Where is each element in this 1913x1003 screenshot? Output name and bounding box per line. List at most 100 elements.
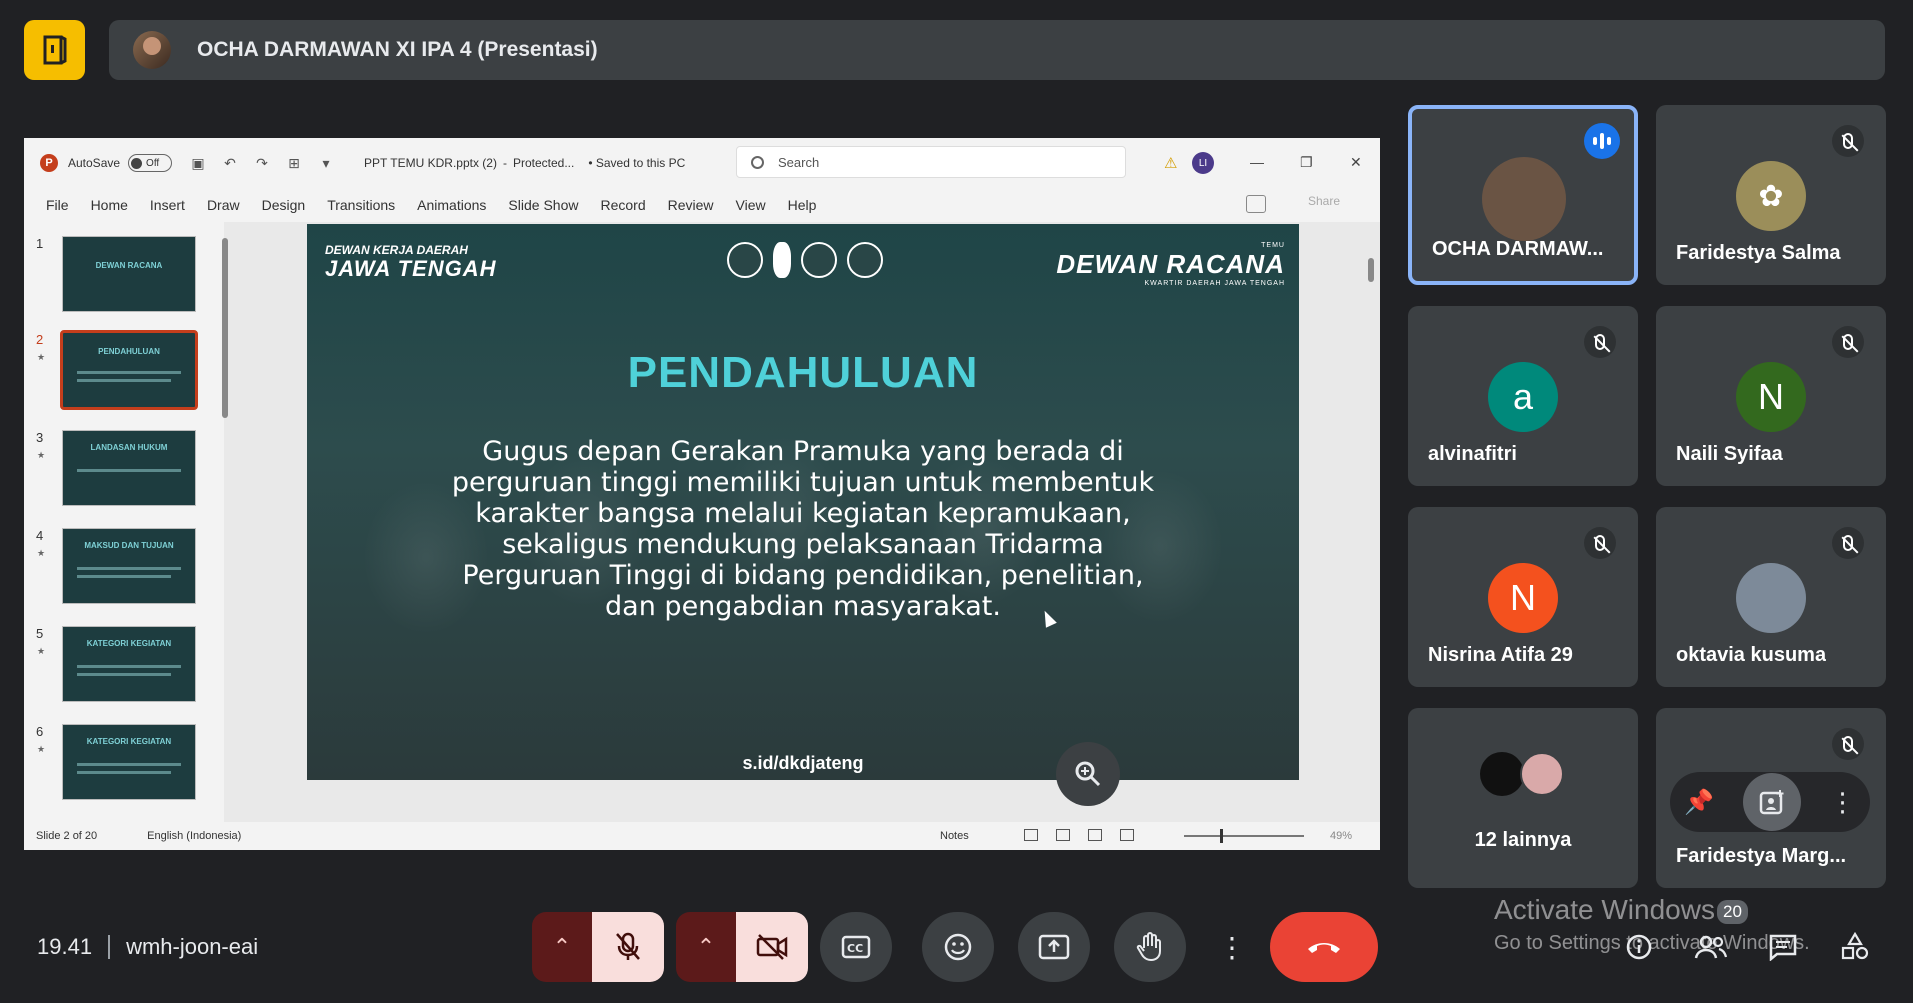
camera-off-icon: [756, 934, 788, 960]
slide-org-left: DEWAN KERJA DAERAH JAWA TENGAH: [325, 243, 497, 282]
meeting-code[interactable]: wmh-joon-eai: [126, 934, 258, 960]
presenter-bar[interactable]: OCHA DARMAWAN XI IPA 4 (Presentasi): [109, 20, 1885, 80]
zoom-in-icon: [1075, 761, 1101, 787]
present-icon: [1038, 934, 1070, 960]
view-buttons: [1024, 829, 1134, 841]
shared-screen-powerpoint: P AutoSave Off ▣ ↶ ↷ ⊞ ▾ PPT TEMU KDR.pp…: [24, 138, 1380, 850]
thumb-number: 6: [36, 724, 44, 739]
door-icon: [43, 35, 66, 65]
mic-toggle-button[interactable]: [592, 912, 664, 982]
slide-thumb-4[interactable]: MAKSUD DAN TUJUAN: [62, 528, 196, 604]
slide-body-text: Gugus depan Gerakan Pramuka yang berada …: [451, 436, 1155, 622]
slide-thumb-3[interactable]: LANDASAN HUKUM: [62, 430, 196, 506]
participant-name: alvinafitri: [1428, 443, 1517, 465]
add-to-frame-button[interactable]: [1742, 773, 1801, 831]
menu-design[interactable]: Design: [262, 197, 306, 213]
user-avatar[interactable]: LI: [1192, 152, 1214, 174]
star-icon: ★: [37, 646, 46, 656]
camera-toggle-button[interactable]: [736, 912, 808, 982]
sorter-view-icon[interactable]: [1056, 829, 1070, 841]
participant-tile[interactable]: ✿ Faridestya Salma: [1656, 105, 1886, 285]
participant-tile[interactable]: oktavia kusuma: [1656, 507, 1886, 687]
menu-animations[interactable]: Animations: [417, 197, 486, 213]
participant-tile-others[interactable]: 12 lainnya: [1408, 708, 1638, 888]
participant-tile[interactable]: 📌 ⋮ Faridestya Marg...: [1656, 708, 1886, 888]
others-count: 12 lainnya: [1474, 829, 1572, 851]
captions-button[interactable]: CC: [820, 912, 892, 982]
menu-record[interactable]: Record: [600, 197, 645, 213]
comments-icon[interactable]: [1246, 195, 1266, 213]
people-button[interactable]: [1694, 930, 1728, 964]
activities-button[interactable]: [1838, 930, 1872, 964]
slide-scrollbar[interactable]: [1366, 222, 1376, 782]
thumbs-scrollbar[interactable]: [222, 238, 228, 418]
meet-room-logo[interactable]: [24, 20, 85, 80]
tile-hover-actions: 📌 ⋮: [1670, 772, 1870, 832]
thumb-number: 2: [36, 332, 44, 347]
notes-button[interactable]: Notes: [940, 830, 969, 842]
participant-tile[interactable]: OCHA DARMAW...: [1408, 105, 1638, 285]
normal-view-icon[interactable]: [1024, 829, 1038, 841]
autosave-toggle[interactable]: Off: [128, 154, 173, 172]
menu-transitions[interactable]: Transitions: [327, 197, 395, 213]
warning-icon[interactable]: ⚠: [1164, 154, 1177, 172]
menu-review[interactable]: Review: [668, 197, 714, 213]
meeting-details-button[interactable]: [1622, 930, 1656, 964]
slide-thumbnails: 1 DEWAN RACANA 2 ★ PENDAHULUAN 3 ★ LANDA…: [24, 222, 228, 822]
zoom-slider[interactable]: [1184, 829, 1304, 843]
menu-help[interactable]: Help: [788, 197, 817, 213]
camera-options-button[interactable]: ⌃: [676, 912, 736, 982]
powerpoint-icon: P: [40, 154, 58, 172]
reactions-button[interactable]: [922, 912, 994, 982]
others-avatar: [1480, 752, 1524, 796]
zoom-in-button[interactable]: [1056, 742, 1120, 806]
more-options-button[interactable]: ⋮: [1208, 912, 1256, 982]
menu-draw[interactable]: Draw: [207, 197, 240, 213]
star-icon: ★: [37, 744, 46, 754]
participant-tile[interactable]: N Nisrina Atifa 29: [1408, 507, 1638, 687]
minimize-icon[interactable]: —: [1250, 154, 1264, 170]
meeting-info: 19.41 wmh-joon-eai: [37, 934, 258, 960]
mic-off-icon: [1832, 728, 1864, 760]
slide-thumb-6[interactable]: KATEGORI KEGIATAN: [62, 724, 196, 800]
zoom-level[interactable]: 49%: [1330, 830, 1352, 842]
share-button[interactable]: Share: [1308, 194, 1340, 208]
undo-icon[interactable]: ↶: [222, 155, 238, 171]
customize-icon[interactable]: ▾: [318, 155, 334, 171]
menu-file[interactable]: File: [46, 197, 69, 213]
more-options-icon[interactable]: ⋮: [1830, 787, 1856, 818]
redo-icon[interactable]: ↷: [254, 155, 270, 171]
present-icon[interactable]: ⊞: [286, 155, 302, 171]
mic-options-button[interactable]: ⌃: [532, 912, 592, 982]
participant-tile[interactable]: a alvinafitri: [1408, 306, 1638, 486]
slide-thumb-2[interactable]: PENDAHULUAN: [60, 330, 198, 410]
participant-name: Faridestya Salma: [1676, 242, 1841, 264]
slide-thumb-5[interactable]: KATEGORI KEGIATAN: [62, 626, 196, 702]
reading-view-icon[interactable]: [1088, 829, 1102, 841]
speaking-indicator-icon: [1584, 123, 1620, 159]
close-icon[interactable]: ✕: [1350, 154, 1362, 171]
raise-hand-button[interactable]: [1114, 912, 1186, 982]
mic-off-icon: [1584, 326, 1616, 358]
ppt-search[interactable]: Search: [736, 146, 1126, 178]
chat-icon: [1769, 934, 1797, 961]
mic-off-icon: [616, 932, 640, 960]
menu-view[interactable]: View: [736, 197, 766, 213]
restore-icon[interactable]: ❐: [1300, 154, 1313, 171]
participant-tile[interactable]: N Naili Syifaa: [1656, 306, 1886, 486]
pin-icon[interactable]: 📌: [1684, 788, 1714, 817]
menu-insert[interactable]: Insert: [150, 197, 185, 213]
info-icon: [1626, 934, 1652, 960]
menu-home[interactable]: Home: [91, 197, 128, 213]
chat-button[interactable]: [1766, 930, 1800, 964]
current-slide[interactable]: DEWAN KERJA DAERAH JAWA TENGAH TEMU DEWA…: [307, 224, 1299, 780]
slide-thumb-1[interactable]: DEWAN RACANA: [62, 236, 196, 312]
language-status[interactable]: English (Indonesia): [147, 830, 241, 842]
menu-slide-show[interactable]: Slide Show: [508, 197, 578, 213]
autosave-label: AutoSave: [68, 156, 121, 170]
save-icon[interactable]: ▣: [190, 155, 206, 171]
present-screen-button[interactable]: [1018, 912, 1090, 982]
leave-call-button[interactable]: [1270, 912, 1378, 982]
frame-person-icon: [1759, 790, 1784, 815]
slideshow-view-icon[interactable]: [1120, 829, 1134, 841]
